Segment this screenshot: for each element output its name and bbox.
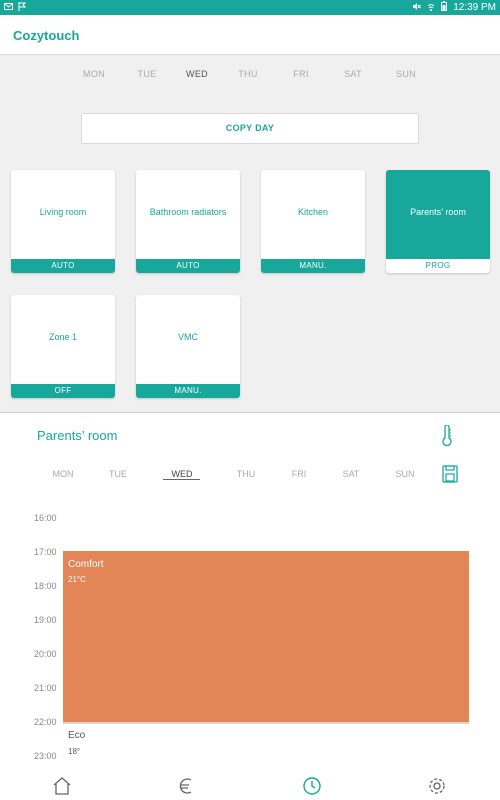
time-label: 17:00 [34,547,57,557]
zone-mode: MANU. [261,259,365,273]
day-fri[interactable]: FRI [281,69,321,79]
day-wed[interactable]: WED [177,69,217,79]
day-thu[interactable]: THU [228,69,268,79]
zone-mode: MANU. [136,384,240,398]
time-label: 23:00 [34,751,57,761]
sched-day-mon[interactable]: MON [43,469,83,479]
zone-mode: AUTO [136,259,240,273]
zone-mode: AUTO [11,259,115,273]
eco-divider [63,722,469,724]
zone-mode: PROG [386,259,490,273]
mute-icon [412,2,422,14]
time-label: 20:00 [34,649,57,659]
clock-icon[interactable] [301,775,323,797]
zone-name: Bathroom radiators [149,207,227,217]
zone-card-zone-1[interactable]: Zone 1 OFF [11,295,115,398]
schedule-title: Parents’ room [37,428,118,443]
thermometer-icon[interactable] [441,424,453,452]
app-title: Cozytouch [13,28,80,43]
zone-name: Zone 1 [48,332,78,342]
eco-label: Eco [68,730,86,741]
schedule-panel: Parents’ room MON TUE WED THU FRI SAT SU… [0,412,500,770]
zone-name: Kitchen [297,207,329,217]
comfort-temp: 21°C [68,575,86,584]
copy-day-button[interactable]: COPY DAY [81,113,419,144]
day-tue[interactable]: TUE [127,69,167,79]
time-label: 22:00 [34,717,57,727]
home-icon[interactable] [51,775,73,797]
status-time: 12:39 PM [453,2,496,13]
comfort-label: Comfort [68,559,104,570]
zone-name: VMC [178,332,198,342]
gear-icon[interactable] [426,775,448,797]
time-label: 19:00 [34,615,57,625]
wifi-icon [427,2,435,14]
day-sat[interactable]: SAT [333,69,373,79]
status-bar: 12:39 PM [0,0,500,15]
zone-mode: OFF [11,384,115,398]
sched-day-fri[interactable]: FRI [279,469,319,479]
sched-day-wed[interactable]: WED [162,469,202,479]
eco-temp: 18° [68,747,81,756]
time-label: 16:00 [34,513,57,523]
zone-card-living-room[interactable]: Living room AUTO [11,170,115,273]
comfort-period-block[interactable]: Comfort 21°C [63,551,469,722]
battery-icon [441,1,448,14]
sched-day-thu[interactable]: THU [226,469,266,479]
sched-day-sat[interactable]: SAT [331,469,371,479]
sched-day-sun[interactable]: SUN [385,469,425,479]
active-day-underline [163,479,200,480]
euro-icon[interactable] [176,775,198,797]
zone-card-vmc[interactable]: VMC MANU. [136,295,240,398]
zone-card-parents-room[interactable]: Parents’ room PROG [386,170,490,273]
zone-card-kitchen[interactable]: Kitchen MANU. [261,170,365,273]
time-label: 18:00 [34,581,57,591]
flag-icon [18,2,27,14]
app-header: Cozytouch [0,15,500,55]
save-icon[interactable] [442,465,458,488]
day-mon[interactable]: MON [74,69,114,79]
zone-name: Parents’ room [410,207,466,217]
notification-icon [4,2,13,14]
sched-day-tue[interactable]: TUE [98,469,138,479]
zone-name: Living room [39,207,87,217]
zone-card-bathroom-radiators[interactable]: Bathroom radiators AUTO [136,170,240,273]
day-sun[interactable]: SUN [386,69,426,79]
bottom-nav [0,770,500,800]
time-label: 21:00 [34,683,57,693]
